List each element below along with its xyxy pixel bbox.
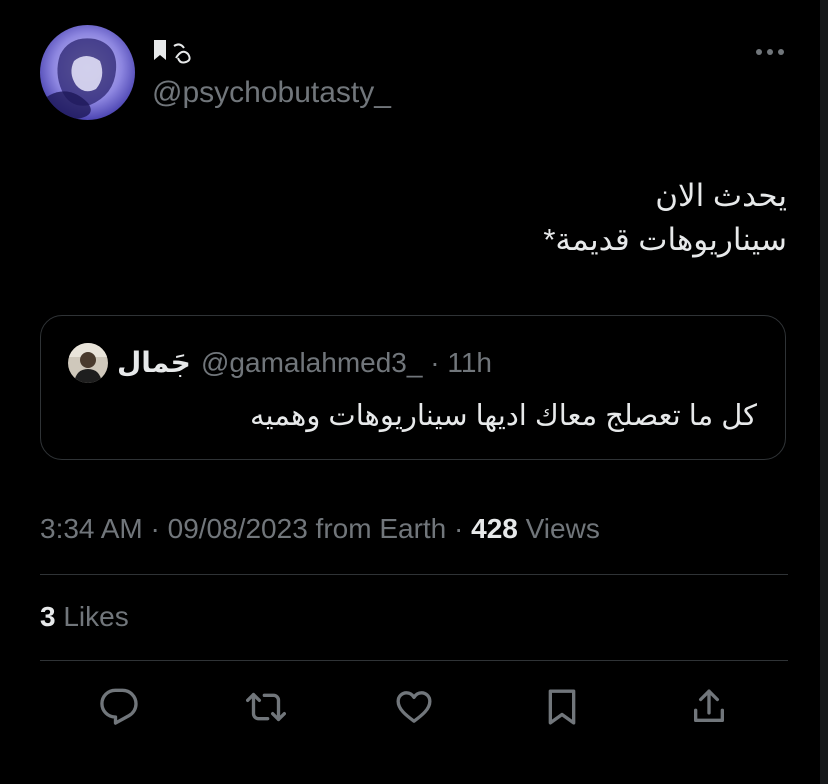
quoted-meta: @gamalahmed3_ · 11h <box>201 344 492 382</box>
more-horizontal-icon <box>756 49 784 55</box>
bookmark-button[interactable] <box>539 684 585 730</box>
likes-count: 3 <box>40 601 56 632</box>
views-label: Views <box>525 513 600 544</box>
tweet-source: from Earth <box>315 513 447 544</box>
author-handle[interactable]: @psychobutasty_ <box>152 74 391 112</box>
tweet-text-line: يحدث الان <box>655 178 787 213</box>
likes-label: Likes <box>63 601 129 632</box>
retweet-icon <box>246 692 286 722</box>
tweet-time[interactable]: 3:34 AM <box>40 513 143 544</box>
tweet-date[interactable]: 09/08/2023 <box>168 513 308 544</box>
separator: · <box>150 513 160 544</box>
separator: · <box>454 513 464 544</box>
quoted-profile-photo <box>68 343 108 383</box>
more-button[interactable] <box>752 38 788 66</box>
share-icon <box>694 689 724 722</box>
ribbon-icon <box>154 40 191 64</box>
quoted-handle[interactable]: @gamalahmed3_ <box>201 347 422 378</box>
tweet-text: يحدث الان سيناريوهات قديمة* <box>147 174 787 262</box>
quoted-time[interactable]: 11h <box>447 347 492 378</box>
separator: · <box>430 347 440 378</box>
retweet-button[interactable] <box>243 684 289 730</box>
author-display-name[interactable] <box>152 37 194 67</box>
action-bar <box>0 684 828 730</box>
scrollbar-track <box>820 0 828 784</box>
tweet-meta: 3:34 AM · 09/08/2023 from Earth · 428 Vi… <box>40 510 600 548</box>
divider <box>40 574 788 575</box>
quoted-author-avatar[interactable] <box>68 343 108 383</box>
quoted-display-name[interactable]: جَمال <box>117 344 191 382</box>
views-count: 428 <box>471 513 518 544</box>
reply-button[interactable] <box>96 684 142 730</box>
divider <box>40 660 788 661</box>
bookmark-icon <box>548 689 576 725</box>
share-button[interactable] <box>686 684 732 730</box>
tweet-text-line: سيناريوهات قديمة* <box>543 222 787 257</box>
quoted-tweet-card[interactable]: جَمال @gamalahmed3_ · 11h كل ما تعصلج مع… <box>40 315 786 460</box>
profile-photo <box>40 25 135 120</box>
heart-icon <box>396 691 432 723</box>
likes-link[interactable]: 3 Likes <box>40 598 129 636</box>
quoted-text: كل ما تعصلج معاك اديها سيناريوهات وهميه <box>249 400 757 432</box>
like-button[interactable] <box>391 684 437 730</box>
author-avatar[interactable] <box>40 25 135 120</box>
reply-icon <box>100 688 138 725</box>
